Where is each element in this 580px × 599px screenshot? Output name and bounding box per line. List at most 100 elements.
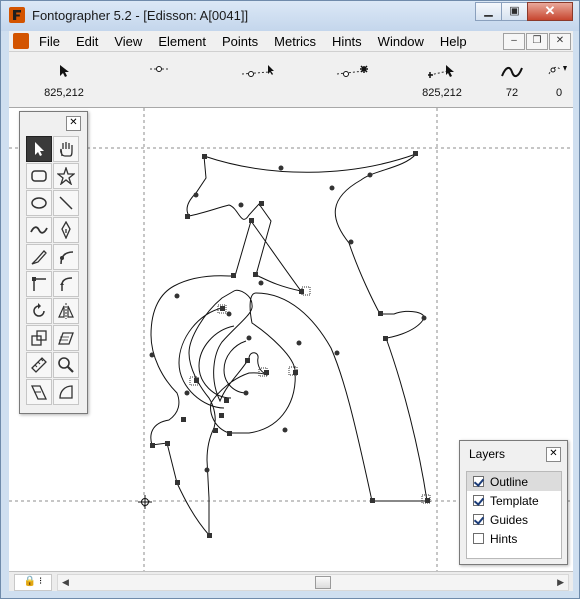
curve-angle[interactable]: 72 — [497, 52, 527, 107]
cursor-coords: 825,212 — [44, 87, 84, 99]
calligraphic-pen-tool[interactable] — [26, 244, 52, 270]
fontographer-app-icon[interactable] — [9, 7, 25, 23]
layers-panel-close-button[interactable]: ✕ — [546, 447, 561, 462]
cursor-position[interactable]: 825,212 — [34, 52, 94, 107]
layers-panel-title: Layers — [469, 447, 506, 461]
info-toolbar: 825,212 825,212 72 0 — [9, 52, 573, 108]
measure-tool[interactable] — [26, 352, 52, 378]
menu-window[interactable]: Window — [378, 34, 424, 49]
origin-marker-icon[interactable] — [138, 495, 152, 509]
point-position[interactable] — [139, 52, 179, 107]
layer-guides-label: Guides — [490, 512, 529, 527]
scale-tool[interactable] — [26, 325, 52, 351]
doc-close-button[interactable]: ✕ — [549, 33, 571, 50]
freehand-tool[interactable] — [26, 217, 52, 243]
layer-outline[interactable]: Outline — [467, 472, 561, 491]
tools-palette-close-button[interactable]: ✕ — [66, 116, 81, 131]
layers-panel: Layers ✕ Outline Template Guides Hints — [459, 440, 568, 565]
ellipse-tool[interactable] — [26, 190, 52, 216]
hand-icon — [60, 142, 73, 157]
layer-hints-checkbox[interactable] — [473, 533, 484, 544]
menu-points[interactable]: Points — [222, 34, 258, 49]
selection-move-icon — [428, 65, 454, 78]
scroll-thumb[interactable] — [315, 576, 331, 589]
curve-angle-value: 72 — [505, 87, 519, 99]
point-drag-icon — [241, 65, 274, 77]
offset-value[interactable] — [329, 52, 379, 107]
pen-nib-icon — [61, 221, 71, 239]
knife-icon — [30, 385, 48, 400]
lock-toggle[interactable]: 🔒 ⁝ — [14, 574, 52, 591]
doc-restore-button[interactable]: ❐ — [526, 33, 548, 50]
menu-help[interactable]: Help — [440, 34, 467, 49]
reflect-tool[interactable] — [53, 298, 79, 324]
freehand-icon — [30, 226, 48, 234]
point-add-icon — [336, 65, 368, 77]
layer-outline-checkbox[interactable] — [473, 476, 484, 487]
doc-minimize-button[interactable]: – — [503, 33, 525, 50]
selection-coords: 825,212 — [422, 87, 462, 99]
rotate-icon — [33, 303, 45, 317]
menu-file[interactable]: File — [39, 34, 60, 49]
pointer-icon — [35, 142, 44, 156]
magnifier-icon — [58, 357, 74, 373]
scroll-right-icon[interactable]: ▶ — [557, 575, 564, 590]
drag-distance[interactable] — [234, 52, 284, 107]
menu-items: File Edit View Element Points Metrics Hi… — [39, 34, 483, 49]
layer-template[interactable]: Template — [467, 491, 561, 510]
tools-palette: ✕ — [19, 111, 88, 414]
minimize-button[interactable]: ▁ — [475, 2, 502, 21]
scroll-left-icon[interactable]: ◀ — [62, 575, 69, 590]
tangent-point-tool[interactable] — [53, 271, 79, 297]
knife-tool[interactable] — [26, 379, 52, 405]
maximize-button[interactable]: ▣ — [501, 2, 528, 21]
points-count-icon — [548, 66, 567, 75]
point-move-icon — [150, 66, 168, 72]
layers-list: Outline Template Guides Hints — [466, 471, 562, 559]
layer-hints-label: Hints — [490, 531, 518, 546]
curve-point-icon — [60, 251, 74, 265]
minimize-icon: ▁ — [484, 5, 493, 17]
close-button[interactable]: ✕ — [527, 2, 573, 21]
magnify-tool[interactable] — [53, 352, 79, 378]
rectangle-tool[interactable] — [26, 163, 52, 189]
line-tool[interactable] — [53, 190, 79, 216]
hand-tool[interactable] — [53, 136, 79, 162]
quarter-circle-tool[interactable] — [53, 379, 79, 405]
star-icon — [57, 167, 75, 185]
menu-edit[interactable]: Edit — [76, 34, 98, 49]
menu-view[interactable]: View — [114, 34, 142, 49]
close-icon: ✕ — [544, 3, 556, 18]
corner-point-tool[interactable] — [26, 271, 52, 297]
status-bar: 🔒 ⁝ ◀ ▶ — [9, 571, 573, 591]
layer-outline-label: Outline — [490, 474, 529, 489]
pen-tool[interactable] — [53, 217, 79, 243]
menu-element[interactable]: Element — [158, 34, 206, 49]
pointer-tool[interactable] — [26, 136, 52, 162]
menu-metrics[interactable]: Metrics — [274, 34, 316, 49]
point-count[interactable]: 0 — [545, 52, 573, 107]
points-count-value: 0 — [555, 87, 563, 99]
tangent-point-icon — [60, 277, 73, 291]
layer-template-checkbox[interactable] — [473, 495, 484, 506]
horizontal-scrollbar[interactable]: ◀ ▶ — [57, 574, 569, 591]
window-controls: ▁ ▣ ✕ — [475, 2, 573, 21]
layer-guides[interactable]: Guides — [467, 510, 561, 529]
line-icon — [59, 196, 73, 210]
ruler-icon — [31, 357, 47, 373]
layer-guides-checkbox[interactable] — [473, 514, 484, 525]
title-bar[interactable]: Fontographer 5.2 - [Edisson: A[0041]] ▁ … — [1, 1, 579, 31]
menu-hints[interactable]: Hints — [332, 34, 362, 49]
quarter-circle-icon — [59, 385, 73, 399]
layer-hints[interactable]: Hints — [467, 529, 561, 548]
rotate-tool[interactable] — [26, 298, 52, 324]
selection-position[interactable]: 825,212 — [412, 52, 472, 107]
tools-grid — [26, 136, 82, 406]
document-menu-icon[interactable] — [13, 33, 29, 49]
window-title: Fontographer 5.2 - [Edisson: A[0041]] — [32, 8, 249, 23]
star-tool[interactable] — [53, 163, 79, 189]
curve-point-tool[interactable] — [53, 244, 79, 270]
corner-point-icon — [32, 277, 46, 291]
skew-tool[interactable] — [53, 325, 79, 351]
calligraphy-pen-icon — [31, 250, 47, 265]
